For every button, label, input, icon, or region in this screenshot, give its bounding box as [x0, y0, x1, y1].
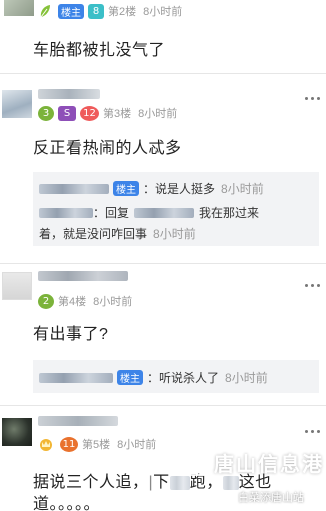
content-part: 道。。。。。 — [33, 496, 101, 511]
level-badge: 3 — [38, 105, 54, 121]
content-part: 据说三个人追， — [33, 474, 149, 491]
post-content: 车胎都被扎没气了 — [33, 42, 166, 59]
avatar[interactable] — [2, 90, 32, 118]
avatar[interactable] — [2, 418, 32, 446]
post-time: 8小时前 — [143, 6, 183, 18]
reply-item-continued: 着，就是没问咋回事 8小时前 — [39, 225, 196, 242]
crown-level-icon — [38, 436, 54, 452]
reply-list: 楼主 ：听说杀人了 8小时前 — [33, 360, 319, 393]
post-time: 8小时前 — [117, 439, 157, 451]
post-meta: 2 第4楼 8小时前 — [38, 293, 139, 309]
username[interactable] — [38, 416, 118, 426]
avatar[interactable] — [2, 272, 32, 300]
reply-text: ：听说杀人了 — [147, 371, 220, 385]
post-floor-4: 2 第4楼 8小时前 有出事了? 楼主 ：听说杀人了 8小时前 — [0, 264, 326, 404]
more-options-icon[interactable] — [305, 284, 320, 287]
more-options-icon[interactable] — [305, 430, 320, 433]
reply-target[interactable] — [134, 207, 195, 218]
reply-prefix: ：回复 — [93, 206, 130, 220]
username[interactable] — [38, 271, 128, 281]
reply-text: 着，就是没问咋回事 — [39, 227, 148, 241]
post-time: 8小时前 — [138, 108, 178, 120]
reply-text: 我在那过来 — [199, 206, 260, 220]
post-floor-3: 3 S 12 第3楼 8小时前 反正看热闹的人忒多 楼主 ：说是人挺多 8小时前… — [0, 74, 326, 264]
post-floor-2: 楼主 8 第2楼 8小时前 车胎都被扎没气了 — [0, 0, 326, 72]
vip-badge: S — [58, 105, 76, 121]
reply-list: 楼主 ：说是人挺多 8小时前 ：回复 我在那过来 着，就是没问咋回事 8小时前 — [33, 172, 319, 246]
wechat-icon — [226, 493, 236, 504]
watermark-small: 白菜添唐山站 — [226, 489, 304, 505]
reply-item[interactable]: ：回复 我在那过来 — [39, 204, 259, 221]
content-part: 下 — [153, 474, 170, 491]
level-badge: 11 — [60, 436, 78, 452]
post-meta: 11 第5楼 8小时前 — [38, 436, 163, 452]
post-content: 有出事了? — [33, 326, 109, 343]
username[interactable] — [38, 89, 100, 99]
op-badge: 楼主 — [117, 370, 143, 385]
reply-username[interactable] — [39, 183, 109, 194]
watermark-big: 唐山信息港 — [182, 448, 324, 477]
leaf-level-icon — [38, 4, 52, 18]
level-badge: 2 — [38, 293, 54, 309]
level-badge: 8 — [88, 3, 104, 19]
reply-item[interactable]: 楼主 ：听说杀人了 8小时前 — [39, 369, 268, 386]
level-badge: 12 — [80, 105, 99, 121]
floor-label: 第5楼 — [82, 439, 111, 451]
reply-time: 8小时前 — [225, 371, 268, 385]
op-badge: 楼主 — [113, 181, 139, 196]
reply-time: 8小时前 — [153, 227, 196, 241]
reply-time: 8小时前 — [221, 182, 264, 196]
reply-item[interactable]: 楼主 ：说是人挺多 8小时前 — [39, 180, 264, 197]
post-meta: 楼主 8 第2楼 8小时前 — [38, 3, 189, 19]
post-content: 反正看热闹的人忒多 — [33, 140, 182, 157]
floor-label: 第3楼 — [103, 108, 132, 120]
post-time: 8小时前 — [93, 296, 133, 308]
watermark-logo-icon — [182, 449, 210, 477]
op-badge: 楼主 — [58, 3, 84, 19]
floor-label: 第2楼 — [108, 6, 137, 18]
post-meta: 3 S 12 第3楼 8小时前 — [38, 105, 184, 121]
avatar[interactable] — [4, 0, 34, 16]
content-redacted — [222, 475, 239, 490]
reply-username[interactable] — [39, 372, 113, 383]
reply-username[interactable] — [39, 207, 93, 218]
reply-text: ：说是人挺多 — [143, 182, 216, 196]
content-redacted — [169, 475, 190, 490]
more-options-icon[interactable] — [305, 97, 320, 100]
floor-label: 第4楼 — [58, 296, 87, 308]
